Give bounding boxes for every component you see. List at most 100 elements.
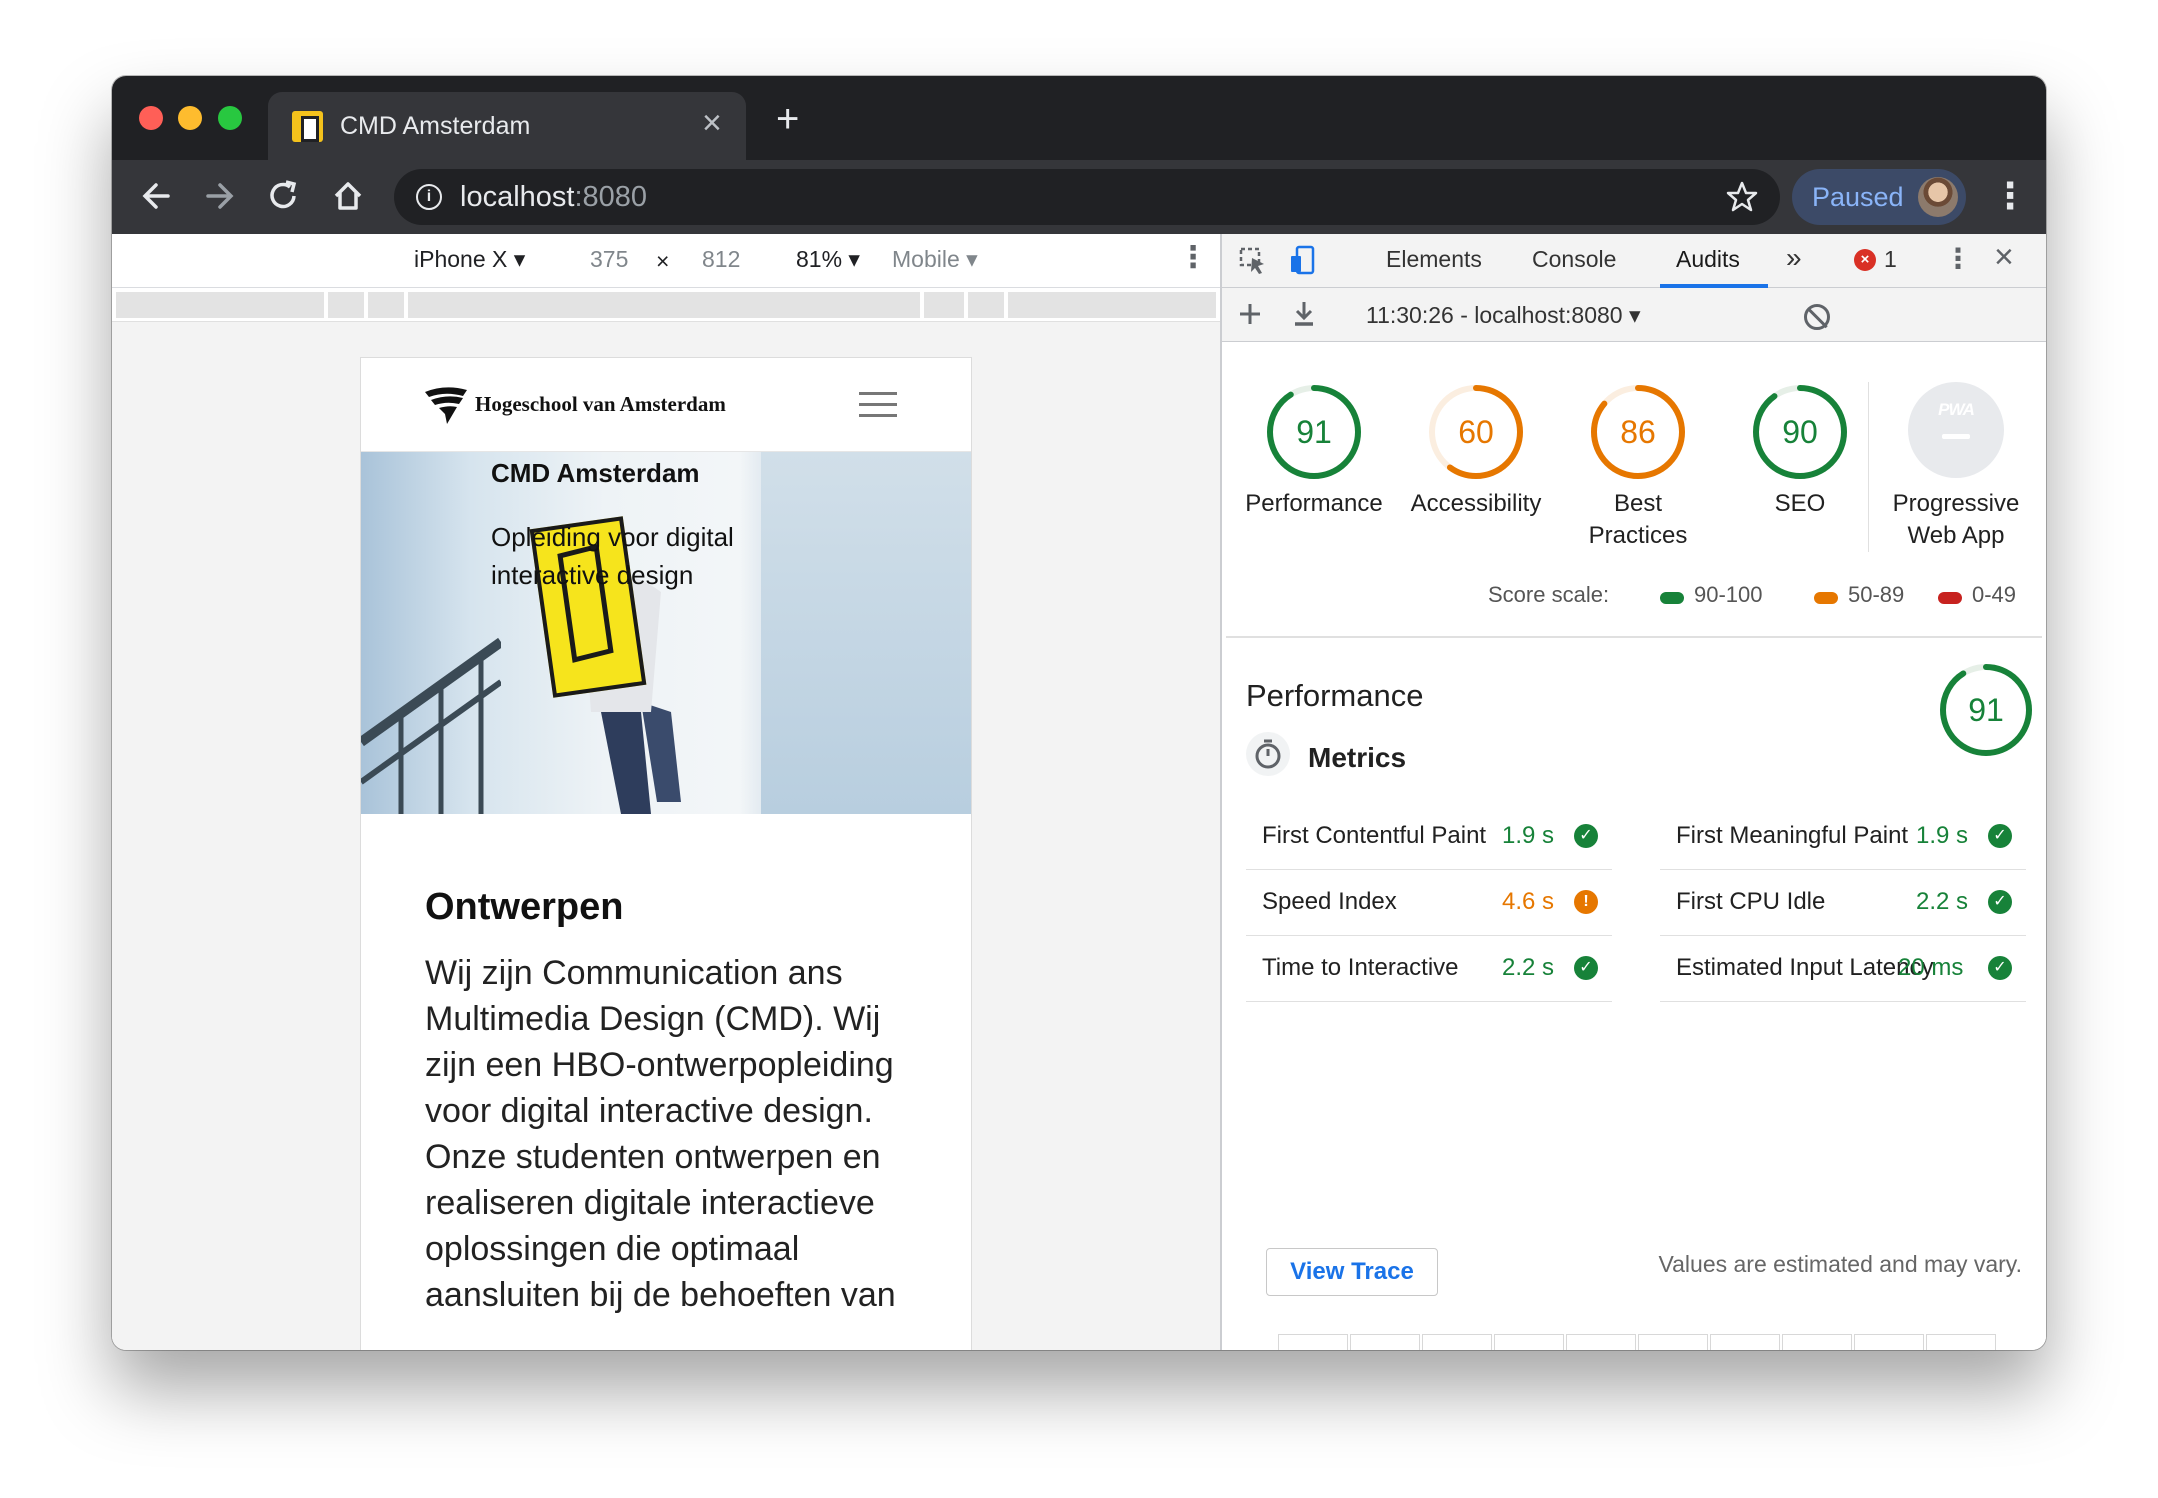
filmstrip xyxy=(1278,1334,2044,1350)
gauge-score: 86 xyxy=(1620,414,1656,450)
hero-subtitle: Opleiding voor digital interactive desig… xyxy=(491,522,734,590)
download-report-icon[interactable] xyxy=(1290,298,1318,338)
view-trace-button[interactable]: View Trace xyxy=(1266,1248,1438,1296)
gauge-label[interactable]: Performance xyxy=(1232,488,1396,520)
metric-name: First Contentful Paint xyxy=(1262,822,1487,849)
gauge-label[interactable]: Best Practices xyxy=(1578,488,1698,552)
home-icon[interactable] xyxy=(330,174,366,228)
metric-row: Speed Index 4.6 s! xyxy=(1246,870,1612,936)
scale-fail-range: 0-49 xyxy=(1972,582,2017,607)
devtools-panel: Elements Console Audits » × 1 ⋮ × 11:30:… xyxy=(1222,234,2046,1350)
hero-image: CMD Amsterdam Opleiding voor digital int… xyxy=(361,452,971,814)
tab-console[interactable]: Console xyxy=(1532,246,1616,273)
ruler-segment[interactable] xyxy=(408,292,920,318)
metric-name: First CPU Idle xyxy=(1676,888,1826,915)
menu-icon[interactable]: ⋮ xyxy=(1992,174,2028,218)
ruler-segment[interactable] xyxy=(1008,292,1216,318)
url-text[interactable]: localhost:8080 xyxy=(460,181,647,214)
gauge-score: 60 xyxy=(1458,414,1494,450)
gauge-accessibility[interactable]: 60 xyxy=(1426,382,1526,482)
close-window-button[interactable] xyxy=(139,106,163,130)
device-toolbar: iPhone X ▾ 375 × 812 81% ▾ Mobile ▾ ⋮ xyxy=(112,234,1220,288)
device-height-input[interactable]: 812 xyxy=(702,246,740,273)
pwa-badge-icon[interactable]: PWA xyxy=(1908,382,2004,478)
scale-average-swatch xyxy=(1814,592,1838,604)
browser-toolbar: i localhost:8080 Paused ⋮ xyxy=(112,160,2046,234)
throttle-value: Mobile xyxy=(892,246,960,272)
filmstrip-frame xyxy=(1422,1334,1492,1350)
gauge-seo[interactable]: 90 xyxy=(1750,382,1850,482)
new-audit-icon[interactable] xyxy=(1236,298,1264,338)
zoom-select[interactable]: 81% ▾ xyxy=(796,246,860,273)
ruler-segment[interactable] xyxy=(116,292,324,318)
error-count[interactable]: 1 xyxy=(1884,246,1897,273)
reload-icon[interactable] xyxy=(266,174,302,228)
emulated-page: Hogeschool van Amsterdam CMD Amsterdam O… xyxy=(361,358,971,1350)
ruler-segment[interactable] xyxy=(968,292,1004,318)
hero-title: CMD Amsterdam xyxy=(491,458,700,488)
hva-logo-icon[interactable] xyxy=(423,384,469,426)
tab-close-button[interactable]: × xyxy=(702,106,722,140)
pwa-label[interactable]: Progressive Web App xyxy=(1874,488,2038,552)
error-icon[interactable]: × xyxy=(1854,249,1876,271)
report-selector[interactable]: 11:30:26 - localhost:8080 ▾ xyxy=(1366,302,1641,329)
metric-name: Estimated Input Latency xyxy=(1676,954,1934,981)
devtools-close-icon[interactable]: × xyxy=(1994,238,2014,277)
clear-reports-icon[interactable] xyxy=(1804,304,1830,330)
gauge-label[interactable]: SEO xyxy=(1718,488,1882,520)
maximize-window-button[interactable] xyxy=(218,106,242,130)
new-tab-button[interactable]: + xyxy=(776,99,799,139)
filmstrip-frame xyxy=(1710,1334,1780,1350)
browser-tab[interactable]: CMD Amsterdam × xyxy=(268,92,746,160)
gauge-performance[interactable]: 91 xyxy=(1264,382,1364,482)
hero-wall xyxy=(761,452,971,814)
metric-value: 4.6 s xyxy=(1502,888,1555,915)
filmstrip-frame xyxy=(1926,1334,1996,1350)
device-width-input[interactable]: 375 xyxy=(590,246,628,273)
metric-row: Estimated Input Latency 20 ms ✓ xyxy=(1660,936,2026,1002)
more-tabs-button[interactable]: » xyxy=(1786,242,1802,274)
gauge-best-practices[interactable]: 86 xyxy=(1588,382,1688,482)
media-query-ruler[interactable] xyxy=(112,288,1220,322)
ruler-segment[interactable] xyxy=(924,292,964,318)
site-logo-text[interactable]: Hogeschool van Amsterdam xyxy=(475,392,726,417)
pass-check-icon: ✓ xyxy=(1988,956,2012,980)
tab-strip: CMD Amsterdam × + xyxy=(112,76,2046,160)
back-icon[interactable] xyxy=(138,174,174,228)
inspect-element-icon[interactable] xyxy=(1238,244,1268,283)
metric-name: Speed Index xyxy=(1262,888,1397,915)
forward-icon[interactable] xyxy=(202,174,238,228)
device-toggle-icon[interactable] xyxy=(1288,244,1318,283)
throttle-select[interactable]: Mobile ▾ xyxy=(892,246,978,273)
tab-audits[interactable]: Audits xyxy=(1676,246,1740,273)
minimize-window-button[interactable] xyxy=(178,106,202,130)
gauge-label[interactable]: Accessibility xyxy=(1394,488,1558,520)
device-toolbar-menu-icon[interactable]: ⋮ xyxy=(1178,240,1208,275)
emulated-page-area: Hogeschool van Amsterdam CMD Amsterdam O… xyxy=(112,322,1220,1350)
favicon-icon xyxy=(292,111,323,142)
ruler-segment[interactable] xyxy=(328,292,364,318)
info-icon[interactable]: i xyxy=(416,184,442,210)
site-main: Ontwerpen Wij zijn Communication ans Mul… xyxy=(361,814,971,1350)
scale-pass-swatch xyxy=(1660,592,1684,604)
pass-check-icon: ✓ xyxy=(1574,824,1598,848)
profile-button[interactable]: Paused xyxy=(1792,169,1966,225)
pass-check-icon: ✓ xyxy=(1988,824,2012,848)
ruler-segment[interactable] xyxy=(368,292,404,318)
performance-section-gauge: 91 xyxy=(1938,662,2034,758)
tab-elements[interactable]: Elements xyxy=(1386,246,1482,273)
device-select[interactable]: iPhone X ▾ xyxy=(414,246,525,273)
scale-pass-range: 90-100 xyxy=(1694,582,1763,607)
devtools-menu-icon[interactable]: ⋮ xyxy=(1944,242,1972,275)
scale-fail-swatch xyxy=(1938,592,1962,604)
url-port: :8080 xyxy=(574,181,648,213)
gauge-score: 91 xyxy=(1296,414,1332,450)
device-name: iPhone X xyxy=(414,246,508,272)
address-bar[interactable]: i localhost:8080 xyxy=(394,169,1780,225)
pwa-separator xyxy=(1868,382,1869,552)
average-info-icon: ! xyxy=(1574,890,1598,914)
metric-name: Time to Interactive xyxy=(1262,954,1459,981)
star-icon[interactable] xyxy=(1724,177,1760,226)
filmstrip-frame xyxy=(1638,1334,1708,1350)
hamburger-menu-icon[interactable] xyxy=(859,392,897,418)
